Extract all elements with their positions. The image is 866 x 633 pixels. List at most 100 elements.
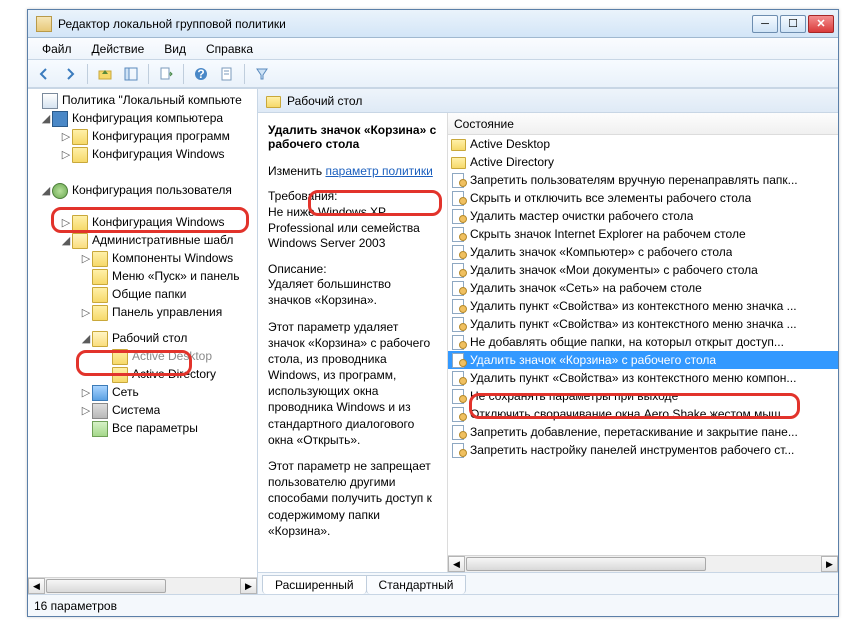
requirements-text: Не ниже Windows XP Professional или семе…	[268, 205, 420, 250]
tree-user-config[interactable]: ◢Конфигурация пользователя	[28, 181, 257, 199]
policy-icon	[450, 226, 466, 242]
scroll-thumb[interactable]	[466, 557, 706, 571]
maximize-button[interactable]: ☐	[780, 15, 806, 33]
titlebar[interactable]: Редактор локальной групповой политики ─ …	[28, 10, 838, 38]
policy-icon	[450, 244, 466, 260]
policy-icon	[450, 370, 466, 386]
policy-icon	[450, 190, 466, 206]
policy-tree[interactable]: Политика "Локальный компьюте ◢Конфигурац…	[28, 89, 257, 577]
back-button[interactable]	[32, 63, 56, 85]
list-policy-item[interactable]: Удалить значок «Мои документы» с рабочег…	[448, 261, 838, 279]
filter-button[interactable]	[250, 63, 274, 85]
tree-root[interactable]: Политика "Локальный компьюте	[28, 91, 257, 109]
list-policy-item[interactable]: Удалить значок «Компьютер» с рабочего ст…	[448, 243, 838, 261]
up-folder-button[interactable]	[93, 63, 117, 85]
menu-view[interactable]: Вид	[154, 40, 196, 58]
properties-button[interactable]	[215, 63, 239, 85]
requirements-label: Требования:	[268, 189, 338, 203]
list-policy-item[interactable]: Не добавлять общие папки, на которыл отк…	[448, 333, 838, 351]
list-policy-item[interactable]: Удалить мастер очистки рабочего стола	[448, 207, 838, 225]
status-text: 16 параметров	[34, 599, 117, 613]
export-button[interactable]	[154, 63, 178, 85]
list-policy-item[interactable]: Отключить сворачивание окна Aero Shake ж…	[448, 405, 838, 423]
list-policy-item[interactable]: Не сохранять параметры при выходе	[448, 387, 838, 405]
tree-item[interactable]: ▷Панель управления	[28, 303, 257, 321]
policy-icon	[450, 280, 466, 296]
toolbar: ?	[28, 60, 838, 88]
list-policy-item[interactable]: Удалить пункт «Свойства» из контекстного…	[448, 297, 838, 315]
minimize-button[interactable]: ─	[752, 15, 778, 33]
close-button[interactable]: ✕	[808, 15, 834, 33]
description-long: Этот параметр удаляет значок «Корзина» с…	[268, 319, 437, 449]
tree-item[interactable]: ▷Конфигурация программ	[28, 127, 257, 145]
tree-item[interactable]: ▷Конфигурация Windows	[28, 145, 257, 163]
tab-extended[interactable]: Расширенный	[262, 575, 367, 594]
svg-text:?: ?	[197, 67, 204, 81]
policy-icon	[450, 298, 466, 314]
policy-icon	[450, 442, 466, 458]
menu-action[interactable]: Действие	[82, 40, 155, 58]
list-pane: Состояние Active DesktopActive Directory…	[448, 113, 838, 572]
tree-admin-templates[interactable]: ◢Административные шабл	[28, 231, 257, 249]
menu-help[interactable]: Справка	[196, 40, 263, 58]
tree-computer-config[interactable]: ◢Конфигурация компьютера	[28, 109, 257, 127]
show-hide-tree-button[interactable]	[119, 63, 143, 85]
list-folder[interactable]: Active Directory	[448, 153, 838, 171]
scroll-thumb[interactable]	[46, 579, 166, 593]
forward-button[interactable]	[58, 63, 82, 85]
tree-hscrollbar[interactable]: ◀ ▶	[28, 577, 257, 594]
edit-policy-link[interactable]: параметр политики	[325, 164, 432, 178]
content-title: Рабочий стол	[287, 94, 362, 108]
tree-item[interactable]: Active Desktop	[28, 347, 257, 365]
tab-standard[interactable]: Стандартный	[366, 575, 467, 594]
scroll-right-icon[interactable]: ▶	[821, 556, 838, 572]
list-column-header[interactable]: Состояние	[448, 113, 838, 135]
list-policy-item[interactable]: Скрыть значок Internet Explorer на рабоч…	[448, 225, 838, 243]
policy-icon	[450, 334, 466, 350]
tree-item[interactable]: Все параметры	[28, 419, 257, 437]
scroll-right-icon[interactable]: ▶	[240, 578, 257, 594]
menubar: Файл Действие Вид Справка	[28, 38, 838, 60]
policy-icon	[450, 352, 466, 368]
list-policy-item[interactable]: Скрыть и отключить все элементы рабочего…	[448, 189, 838, 207]
scroll-left-icon[interactable]: ◀	[448, 556, 465, 572]
folder-icon	[450, 154, 466, 170]
policy-list[interactable]: Active DesktopActive DirectoryЗапретить …	[448, 135, 838, 555]
app-icon	[36, 16, 52, 32]
policy-icon	[450, 262, 466, 278]
tree-item[interactable]: ▷Система	[28, 401, 257, 419]
scroll-left-icon[interactable]: ◀	[28, 578, 45, 594]
gpedit-window: Редактор локальной групповой политики ─ …	[27, 9, 839, 617]
tree-item[interactable]: ▷Сеть	[28, 383, 257, 401]
tree-item[interactable]: Active Directory	[28, 365, 257, 383]
tree-pane: Политика "Локальный компьюте ◢Конфигурац…	[28, 89, 258, 594]
tree-item[interactable]: ▷Конфигурация Windows	[28, 213, 257, 231]
tree-desktop[interactable]: ◢Рабочий стол	[28, 329, 257, 347]
description-pane: Удалить значок «Корзина» с рабочего стол…	[258, 113, 448, 572]
description-note: Этот параметр не запрещает пользователю …	[268, 458, 437, 539]
list-folder[interactable]: Active Desktop	[448, 135, 838, 153]
description-short: Удаляет большинство значков «Корзина».	[268, 277, 391, 307]
policy-icon	[450, 316, 466, 332]
tree-item[interactable]: Общие папки	[28, 285, 257, 303]
folder-icon	[450, 136, 466, 152]
list-policy-item[interactable]: Запретить добавление, перетаскивание и з…	[448, 423, 838, 441]
window-title: Редактор локальной групповой политики	[58, 17, 752, 31]
list-policy-item[interactable]: Запретить настройку панелей инструментов…	[448, 441, 838, 459]
list-policy-item[interactable]: Удалить значок «Сеть» на рабочем столе	[448, 279, 838, 297]
list-policy-item[interactable]: Удалить значок «Корзина» с рабочего стол…	[448, 351, 838, 369]
policy-icon	[450, 172, 466, 188]
tree-item[interactable]: Меню «Пуск» и панель	[28, 267, 257, 285]
view-tabs: Расширенный Стандартный	[258, 572, 838, 594]
list-policy-item[interactable]: Удалить пункт «Свойства» из контекстного…	[448, 369, 838, 387]
policy-icon	[450, 208, 466, 224]
tree-item[interactable]: ▷Компоненты Windows	[28, 249, 257, 267]
list-policy-item[interactable]: Запретить пользователям вручную перенапр…	[448, 171, 838, 189]
policy-icon	[450, 388, 466, 404]
right-pane: Рабочий стол Удалить значок «Корзина» с …	[258, 89, 838, 594]
policy-icon	[450, 406, 466, 422]
list-policy-item[interactable]: Удалить пункт «Свойства» из контекстного…	[448, 315, 838, 333]
menu-file[interactable]: Файл	[32, 40, 82, 58]
help-button[interactable]: ?	[189, 63, 213, 85]
list-hscrollbar[interactable]: ◀ ▶	[448, 555, 838, 572]
